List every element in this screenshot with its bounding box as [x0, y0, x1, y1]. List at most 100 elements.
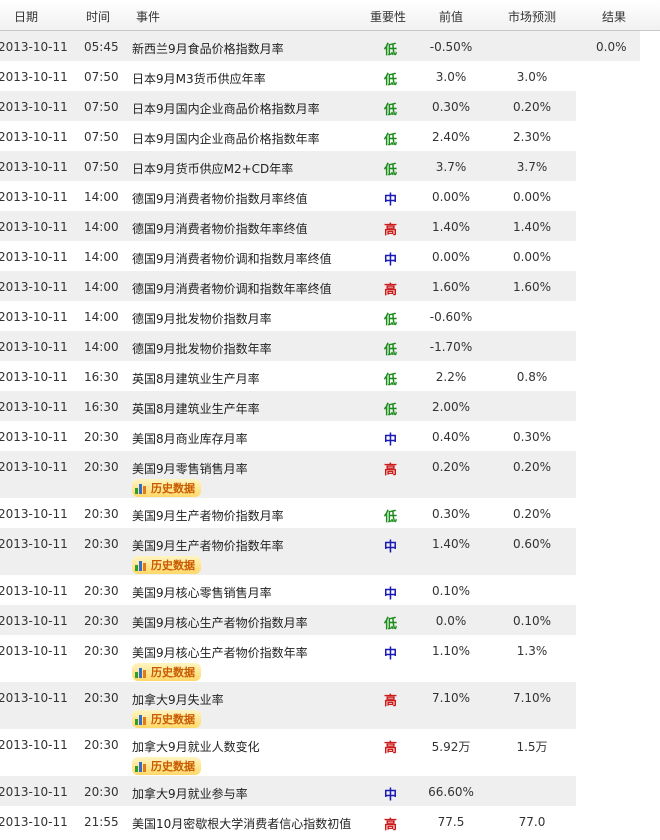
table-row[interactable]: 2013-10-11 07:50 日本9月货币供应M2+CD年率 低 3.7% 3.7% — [0, 151, 576, 181]
row-previous: 66.60% — [428, 785, 474, 799]
row-time: 05:45 — [84, 40, 119, 54]
header-previous: 前值 — [439, 10, 464, 24]
row-time: 07:50 — [84, 130, 119, 144]
table-row[interactable]: 2013-10-11 20:30 加拿大9月就业参与率 中 66.60% — [0, 776, 576, 806]
table-row[interactable]: 2013-10-11 16:30 英国8月建筑业生产年率 低 2.00% — [0, 391, 576, 421]
history-data-button[interactable]: 历史数据 — [132, 663, 201, 681]
row-previous: 3.0% — [435, 70, 467, 84]
row-date: 2013-10-11 — [0, 70, 68, 84]
row-date: 2013-10-11 — [0, 691, 68, 705]
row-forecast: 0.60% — [512, 537, 552, 551]
row-previous: 1.40% — [431, 220, 471, 234]
history-data-button[interactable]: 历史数据 — [132, 479, 201, 497]
table-row[interactable]: 2013-10-11 14:00 德国9月消费者物价指数年率终值 高 1.40% 1.40… — [0, 211, 576, 241]
row-time: 20:30 — [84, 644, 119, 658]
row-forecast: 0.30% — [512, 430, 552, 444]
history-data-label: 历史数据 — [151, 713, 195, 726]
table-row[interactable]: 2013-10-11 20:30 美国9月核心生产者物价指数月率 低 0.0% 0.10% — [0, 605, 576, 635]
table-row[interactable]: 2013-10-11 07:50 日本9月M3货币供应年率 低 3.0% 3.0% — [0, 61, 576, 91]
row-forecast: 1.3% — [516, 644, 548, 658]
table-row[interactable]: 2013-10-11 14:00 德国9月消费者物价调和指数月率终值 中 0.00% 0.… — [0, 241, 576, 271]
table-row[interactable]: 2013-10-11 20:30 加拿大9月就业人数变化 高 5.92万 1.5万 历史数据 — [0, 729, 576, 776]
table-row[interactable]: 2013-10-11 20:30 美国9月生产者物价指数年率 中 1.40% 0.60% 历… — [0, 528, 576, 575]
table-row[interactable]: 2013-10-11 14:00 德国9月消费者物价调和指数年率终值 高 1.60% 1.… — [0, 271, 576, 301]
row-previous: 0.30% — [431, 100, 471, 114]
row-date: 2013-10-11 — [0, 507, 68, 521]
row-time: 07:50 — [84, 160, 119, 174]
row-previous: 77.5 — [437, 815, 465, 829]
row-forecast: 0.8% — [516, 370, 548, 384]
table-row[interactable]: 2013-10-11 20:30 加拿大9月失业率 高 7.10% 7.10% 历史数据 — [0, 682, 576, 729]
row-time: 20:30 — [84, 614, 119, 628]
row-time: 20:30 — [84, 785, 119, 799]
table-row[interactable]: 2013-10-11 14:00 德国9月批发物价指数年率 低 -1.70% — [0, 331, 576, 361]
row-forecast: 0.20% — [512, 460, 552, 474]
row-previous: 1.40% — [431, 537, 471, 551]
row-date: 2013-10-11 — [0, 430, 68, 444]
row-time: 14:00 — [84, 340, 119, 354]
row-event: 日本9月货币供应M2+CD年率 — [132, 162, 294, 176]
history-data-button[interactable]: 历史数据 — [132, 757, 201, 775]
row-date: 2013-10-11 — [0, 614, 68, 628]
row-forecast: 3.7% — [516, 160, 548, 174]
row-importance: 低 — [384, 103, 398, 118]
table-row[interactable]: 2013-10-11 20:30 美国9月生产者物价指数月率 低 0.30% 0.20% — [0, 498, 576, 528]
row-previous: 1.60% — [431, 280, 471, 294]
row-importance: 中 — [384, 587, 398, 602]
row-forecast: 7.10% — [512, 691, 552, 705]
table-row[interactable]: 2013-10-11 20:30 美国9月零售销售月率 高 0.20% 0.20% 历史数据 — [0, 451, 576, 498]
row-event: 英国8月建筑业生产月率 — [132, 372, 260, 386]
row-event: 日本9月M3货币供应年率 — [132, 72, 266, 86]
row-importance: 低 — [384, 43, 398, 58]
history-data-button[interactable]: 历史数据 — [132, 556, 201, 574]
row-previous: 0.20% — [431, 460, 471, 474]
row-date: 2013-10-11 — [0, 815, 68, 829]
row-actual: 0.0% — [596, 40, 627, 54]
row-previous: -0.60% — [429, 310, 473, 324]
row-previous: 3.7% — [435, 160, 467, 174]
table-row[interactable]: 2013-10-11 14:00 德国9月批发物价指数月率 低 -0.60% — [0, 301, 576, 331]
row-date: 2013-10-11 — [0, 537, 68, 551]
row-event: 美国9月核心生产者物价指数年率 — [132, 646, 308, 660]
history-data-label: 历史数据 — [151, 666, 195, 679]
row-date: 2013-10-11 — [0, 280, 68, 294]
row-time: 20:30 — [84, 691, 119, 705]
table-row[interactable]: 2013-10-11 07:50 日本9月国内企业商品价格指数月率 低 0.30% 0.2… — [0, 91, 576, 121]
row-time: 20:30 — [84, 537, 119, 551]
table-row[interactable]: 2013-10-11 21:55 美国10月密歇根大学消费者信心指数初值 高 77.5 7… — [0, 806, 576, 836]
row-time: 16:30 — [84, 400, 119, 414]
row-event: 美国9月核心生产者物价指数月率 — [132, 616, 308, 630]
row-date: 2013-10-11 — [0, 460, 68, 474]
bar-chart-icon — [134, 481, 148, 495]
row-forecast: 0.00% — [512, 190, 552, 204]
table-row[interactable]: 2013-10-11 20:30 美国9月核心零售销售月率 中 0.10% — [0, 575, 576, 605]
row-event: 美国9月生产者物价指数年率 — [132, 539, 284, 553]
history-data-label: 历史数据 — [151, 559, 195, 572]
row-forecast: 1.60% — [512, 280, 552, 294]
row-importance: 中 — [384, 193, 398, 208]
table-row[interactable]: 2013-10-11 16:30 英国8月建筑业生产月率 低 2.2% 0.8% — [0, 361, 576, 391]
row-importance: 中 — [384, 540, 398, 555]
row-previous: 0.40% — [431, 430, 471, 444]
row-time: 14:00 — [84, 190, 119, 204]
row-event: 日本9月国内企业商品价格指数月率 — [132, 102, 320, 116]
history-data-button[interactable]: 历史数据 — [132, 710, 201, 728]
table-row[interactable]: 2013-10-11 05:45 新西兰9月食品价格指数月率 低 -0.50% 0.0% — [0, 31, 640, 61]
row-importance: 中 — [384, 647, 398, 662]
row-event: 英国8月建筑业生产年率 — [132, 402, 260, 416]
header-forecast: 市场预测 — [508, 10, 557, 24]
row-forecast: 77.0 — [518, 815, 546, 829]
row-previous: 0.30% — [431, 507, 471, 521]
row-time: 20:30 — [84, 507, 119, 521]
table-row[interactable]: 2013-10-11 07:50 日本9月国内企业商品价格指数年率 低 2.40% 2.3… — [0, 121, 576, 151]
row-event: 美国9月生产者物价指数月率 — [132, 509, 284, 523]
row-importance: 高 — [384, 741, 398, 756]
row-time: 16:30 — [84, 370, 119, 384]
table-row[interactable]: 2013-10-11 20:30 美国8月商业库存月率 中 0.40% 0.30% — [0, 421, 576, 451]
table-row[interactable]: 2013-10-11 20:30 美国9月核心生产者物价指数年率 中 1.10% 1.3%… — [0, 635, 576, 682]
table-header: 日期 时间 事件 重要性 前值 市场预测 结果 — [0, 0, 660, 31]
row-forecast: 0.00% — [512, 250, 552, 264]
row-importance: 中 — [384, 788, 398, 803]
table-row[interactable]: 2013-10-11 14:00 德国9月消费者物价指数月率终值 中 0.00% 0.00… — [0, 181, 576, 211]
header-event: 事件 — [136, 10, 161, 24]
